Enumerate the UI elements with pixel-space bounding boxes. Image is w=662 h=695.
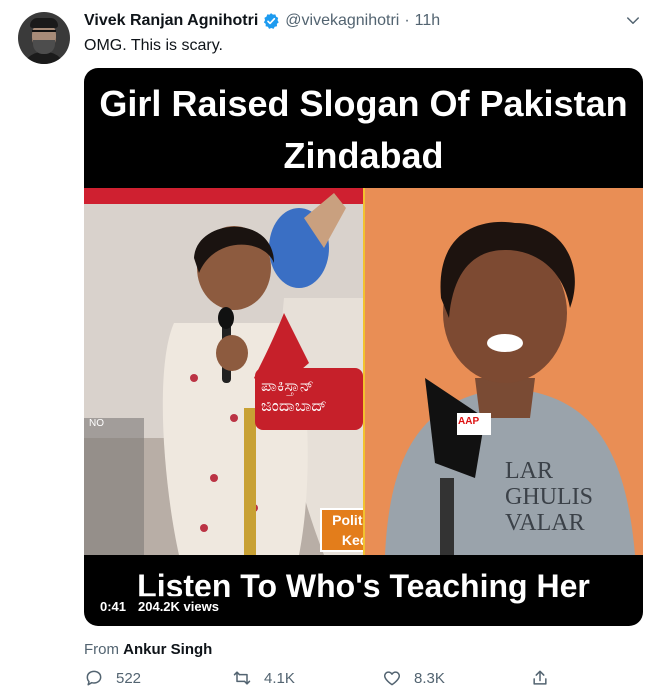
retweet-count: 4.1K [264, 669, 295, 687]
retweet-button[interactable]: 4.1K [232, 668, 295, 688]
attribution: From Ankur Singh [84, 641, 212, 658]
tweet-text: OMG. This is scary. [84, 37, 223, 54]
retweet-icon [233, 671, 251, 685]
like-icon [383, 671, 401, 686]
from-user[interactable]: Ankur Singh [123, 641, 212, 658]
avatar[interactable] [18, 12, 70, 64]
separator-dot: · [404, 12, 410, 29]
svg-text:NO: NO [89, 418, 104, 429]
video-right-panel: AAP LAR GHULIS VALAR [365, 188, 643, 555]
author-name[interactable]: Vivek Ranjan Agnihotri [84, 12, 258, 30]
tweet[interactable]: Vivek Ranjan Agnihotri @vivekagnihotri ·… [0, 0, 662, 695]
reply-count: 522 [116, 669, 142, 687]
action-bar: 522 4.1K 8.3K [84, 668, 564, 694]
tweet-header: Vivek Ranjan Agnihotri @vivekagnihotri ·… [84, 12, 440, 30]
video-views: 204.2K views [132, 596, 225, 617]
speech-bubble: ಪಾಕಿಸ್ತಾನ್ ಜಿಂದಾಬಾದ್ [255, 368, 363, 430]
caret-down-icon[interactable] [624, 12, 642, 30]
video-left-panel: NO ಪಾಕಿಸ್ತಾನ್ ಜಿಂದಾಬಾದ್ Political Keda [84, 188, 363, 555]
verified-badge-icon [264, 13, 279, 29]
shirt-text: LAR GHULIS VALAR [505, 458, 593, 536]
video-title: Girl Raised Slogan Of Pakistan Zindabad [99, 83, 628, 176]
reply-icon [86, 670, 102, 686]
video-duration: 0:41 [94, 596, 133, 617]
video-player[interactable]: Girl Raised Slogan Of Pakistan Zindabad [84, 68, 643, 626]
reply-button[interactable]: 522 [84, 668, 141, 688]
mic-label: AAP [458, 416, 480, 427]
like-count: 8.3K [414, 669, 445, 687]
like-button[interactable]: 8.3K [382, 668, 445, 688]
channel-logo: Political Keda [320, 508, 363, 552]
share-button[interactable] [530, 668, 562, 688]
author-handle[interactable]: @vivekagnihotri [285, 12, 399, 30]
share-icon [533, 670, 547, 685]
timestamp[interactable]: 11h [415, 12, 441, 30]
from-label: From [84, 641, 119, 658]
